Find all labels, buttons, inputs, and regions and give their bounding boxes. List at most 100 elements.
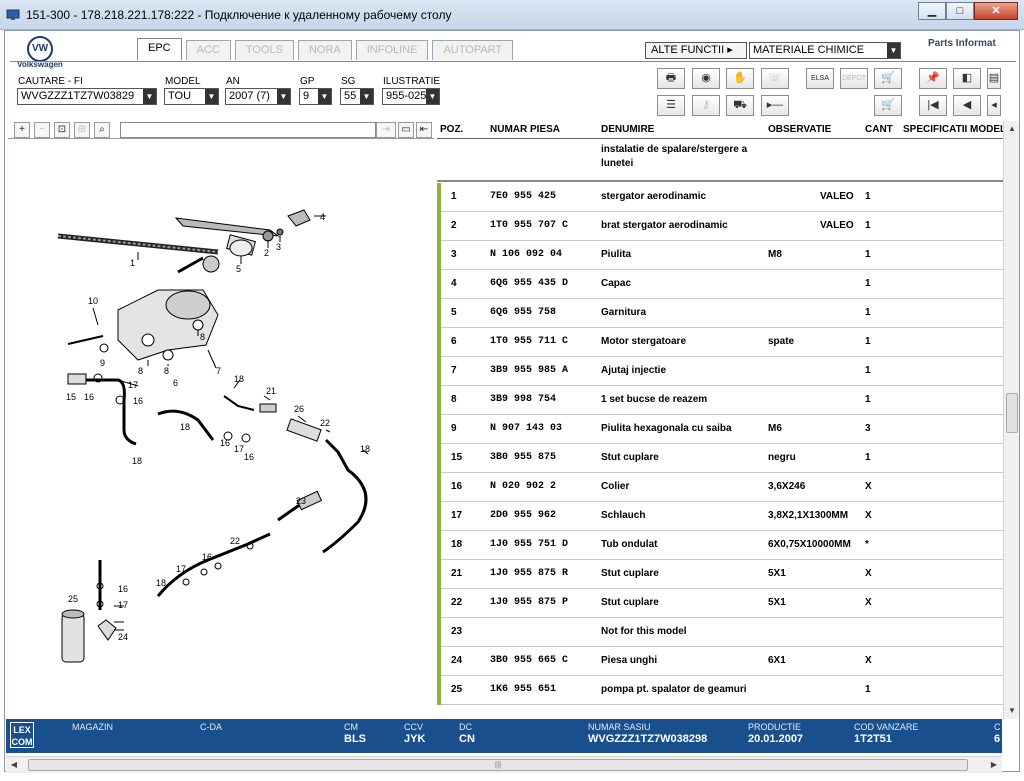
table-row[interactable]: 25 1K6 955 651 pompa pt. spalator de geamu… [437,676,1003,705]
table-row[interactable]: 16 N 020 902 2 Colier 3,6X246 X [437,473,1003,502]
vertical-scroll-thumb[interactable] [1006,393,1018,433]
zoom-fit-icon[interactable]: ⊡ [54,122,70,138]
cell-poz: 5 [451,307,457,318]
chevron-down-icon[interactable]: ▼ [318,89,331,104]
depot-icon[interactable]: DEPOT [840,68,868,89]
minimize-button[interactable]: ▁ [918,2,946,20]
chevron-down-icon[interactable]: ▼ [143,89,156,104]
scroll-down-icon[interactable]: ▼ [1004,703,1020,719]
chevron-down-icon[interactable]: ▼ [887,43,900,58]
tab-tools[interactable]: TOOLS [234,40,294,60]
view-split-icon[interactable]: ▭ [398,122,414,138]
cell-poz: 8 [451,394,457,405]
cell-denumire: 1 set bucse de reazem [601,394,708,405]
cell-cant: X [865,597,872,608]
back-icon[interactable]: ◂ [987,95,1001,116]
callout-18a: 18 [234,374,244,384]
an-select[interactable]: 2007 (7) ▼ [225,88,291,105]
tab-divider [10,61,1016,62]
table-row[interactable]: 21 1J0 955 875 R Stut cuplare 5X1 X [437,560,1003,589]
table-row[interactable]: 3 N 106 092 04 Piulita M8 1 [437,241,1003,270]
table-row[interactable]: 5 6Q6 955 758 Garnitura 1 [437,299,1003,328]
disc-icon[interactable]: ◉ [692,68,720,89]
chevron-down-icon[interactable]: ▼ [426,89,439,104]
book-next-icon[interactable]: ▤ [987,68,1001,89]
maximize-button[interactable]: □ [946,2,974,20]
horizontal-scrollbar[interactable]: ◀ ||| ▶ [6,756,1002,773]
scroll-up-icon[interactable]: ▲ [1004,121,1020,137]
first-page-icon[interactable]: |◀ [919,95,947,116]
sg-select[interactable]: 55 ▼ [340,88,374,105]
tab-autopart[interactable]: AUTOPART [432,40,514,60]
table-row[interactable]: 22 1J0 955 875 P Stut cuplare 5X1 X [437,589,1003,618]
cart-add-icon[interactable]: 🛒 [874,68,902,89]
table-row[interactable]: 8 3B9 998 754 1 set bucse de reazem 1 [437,386,1003,415]
table-row[interactable]: 1 7E0 955 425 stergator aerodinamic VALEO 1 [437,183,1003,212]
book-prev-icon[interactable]: ◧ [953,68,981,89]
cell-observatie: VALEO [820,220,854,231]
search-phone-icon[interactable]: ☏ [761,68,789,89]
magnifier-icon[interactable]: ⌕ [94,122,110,138]
table-row[interactable]: 2 1T0 955 707 C brat stergator aerodinamic… [437,212,1003,241]
cell-cant: X [865,655,872,666]
tab-infoline[interactable]: INFOLINE [355,40,429,60]
fi-input[interactable]: WVGZZZ1TZ7W03829 ▼ [17,88,157,105]
illustration-search-input[interactable] [120,122,376,138]
table-row[interactable]: 17 2D0 955 962 Schlauch 3,8X2,1X1300MM X [437,502,1003,531]
col-specificatii[interactable]: SPECIFICATII MODEL [903,124,1003,135]
ilustratie-select[interactable]: 955-025 ▼ [382,88,440,105]
alte-functii-button[interactable]: ALTE FUNCTII ▸ [645,42,747,59]
col-cant[interactable]: CANT [865,124,893,135]
view-next-icon[interactable]: ⇥ [376,122,396,138]
vehicle-icon[interactable]: ⛟ [726,95,754,116]
view-collapse-icon[interactable]: ⇤ [416,122,432,138]
row-marker [437,589,441,618]
chevron-down-icon[interactable]: ▼ [360,89,373,104]
table-row[interactable]: 4 6Q6 955 435 D Capac 1 [437,270,1003,299]
table-row[interactable]: 24 3B0 955 665 C Piesa unghi 6X1 X [437,647,1003,676]
elsa-icon[interactable]: ELSA [806,68,834,89]
table-row[interactable]: 23 Not for this model [437,618,1003,647]
handshake-icon[interactable]: ✋ [726,68,754,89]
next-dash-icon[interactable]: ▸— [761,95,789,116]
table-row[interactable]: 9 N 907 143 03 Piulita hexagonala cu saiba… [437,415,1003,444]
parts-illustration[interactable]: 1 2 3 4 5 6 7 8 8 8 9 10 15 16 16 16 16 … [8,140,434,705]
col-poz[interactable]: POZ. [440,124,463,135]
scroll-left-icon[interactable]: ◀ [6,757,22,773]
gp-select[interactable]: 9 ▼ [299,88,332,105]
table-row[interactable]: 18 1J0 955 751 D Tub ondulat 6X0,75X10000MM… [437,531,1003,560]
cart-icon[interactable]: 🛒 [874,95,902,116]
chevron-down-icon[interactable]: ▼ [277,89,290,104]
prev-page-icon[interactable]: ◀ [953,95,981,116]
alte-functii-select[interactable]: MATERIALE CHIMICE ▼ [749,42,901,59]
lexcom-logo: LEX COM [10,722,34,748]
pin-icon[interactable]: 📌 [919,68,947,89]
chevron-down-icon[interactable]: ▼ [205,89,218,104]
close-button[interactable]: ✕ [974,2,1018,20]
horizontal-scroll-thumb[interactable]: ||| [28,759,968,771]
scroll-right-icon[interactable]: ▶ [986,757,1002,773]
vertical-scrollbar[interactable]: ▲ ▼ [1003,121,1019,719]
col-observatie[interactable]: OBSERVATIE [768,124,831,135]
model-select[interactable]: TOU ▼ [164,88,219,105]
zoom-window-icon[interactable]: ⊞ [74,122,90,138]
cell-cant: 1 [865,365,871,376]
key-icon[interactable]: ⚷ [692,95,720,116]
zoom-out-icon[interactable]: − [34,122,50,138]
list-icon[interactable]: ☰ [657,95,685,116]
callout-16d: 16 [244,452,254,462]
productie-value: 20.01.2007 [748,733,804,745]
zoom-in-icon[interactable]: + [14,122,30,138]
table-row[interactable]: 15 3B0 955 875 Stut cuplare negru 1 [437,444,1003,473]
row-marker [437,386,441,415]
tab-nora[interactable]: NORA [297,40,352,60]
cell-numar-piesa: 1T0 955 707 C [490,220,569,231]
print-icon[interactable]: 🖶 [657,68,685,89]
col-denumire[interactable]: DENUMIRE [601,124,654,135]
col-numar-piesa[interactable]: NUMAR PIESA [490,124,560,135]
sasiu-value: WVGZZZ1TZ7W038298 [588,733,708,745]
tab-epc[interactable]: EPC [137,38,182,60]
table-row[interactable]: 6 1T0 955 711 C Motor stergatoare spate 1 [437,328,1003,357]
tab-acc[interactable]: ACC [185,40,231,60]
table-row[interactable]: 7 3B9 955 985 A Ajutaj injectie 1 [437,357,1003,386]
